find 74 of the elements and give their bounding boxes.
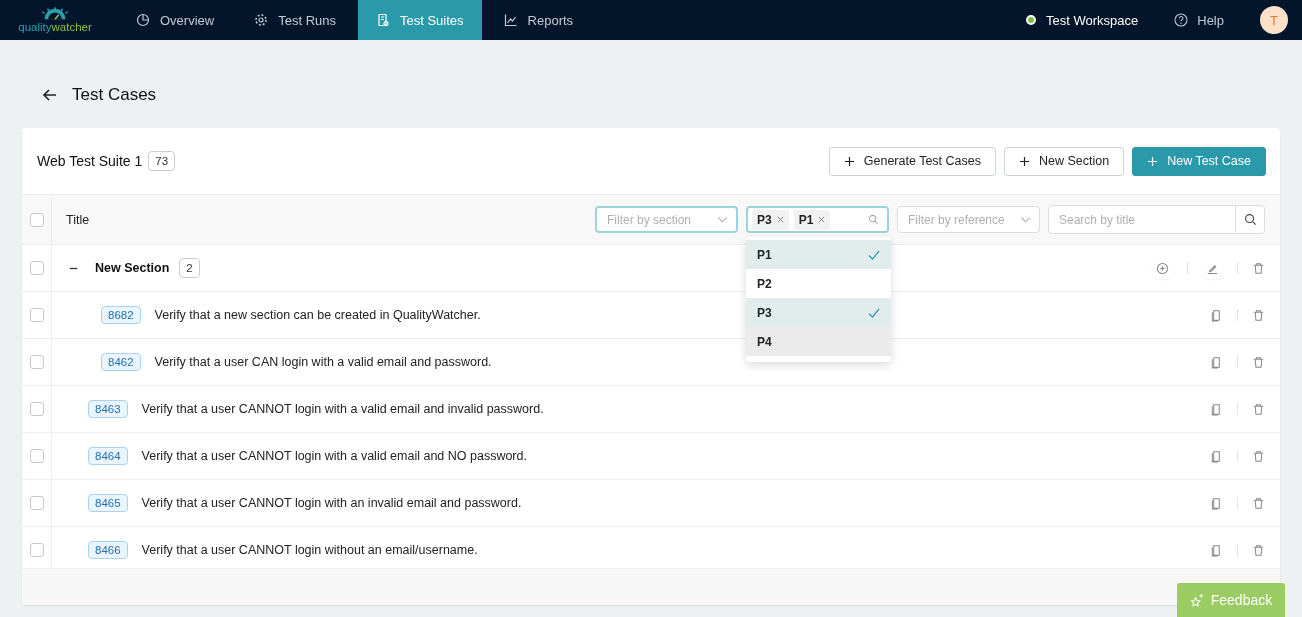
case-title[interactable]: Verify that a user CANNOT login without an email/username. — [141, 543, 478, 557]
checkmark-icon — [868, 248, 880, 261]
case-title[interactable]: Verify that a new section can be created in QualityWatcher. — [154, 308, 481, 322]
row-checkbox[interactable] — [29, 308, 44, 322]
case-title[interactable]: Verify that a user CANNOT login with a valid email and NO password. — [141, 449, 527, 463]
delete-icon[interactable] — [1252, 543, 1265, 557]
copy-icon[interactable] — [1210, 355, 1223, 369]
row-checkbox[interactable] — [29, 449, 44, 463]
copy-icon[interactable] — [1210, 496, 1223, 510]
priority-option[interactable]: P1 — [746, 240, 891, 269]
sparkle-star-icon — [1189, 592, 1205, 608]
section-count: 2 — [179, 258, 200, 278]
remove-icon[interactable] — [776, 216, 784, 223]
case-id[interactable]: 8466 — [88, 541, 128, 559]
search-icon — [868, 214, 879, 225]
section-name: New Section — [95, 261, 170, 275]
case-count: 73 — [148, 151, 176, 171]
back-arrow-icon[interactable] — [42, 87, 58, 103]
nav-tab[interactable]: Test Runs — [236, 0, 354, 40]
pie-chart-icon — [136, 13, 150, 27]
delete-icon[interactable] — [1252, 449, 1265, 463]
gauge-logo-icon — [40, 6, 70, 21]
copy-icon[interactable] — [1210, 308, 1223, 322]
checkmark-icon — [868, 306, 880, 319]
priority-filter[interactable]: P3 P1 — [746, 206, 889, 233]
action-button[interactable]: Generate Test Cases — [828, 146, 996, 176]
case-id[interactable]: 8682 — [101, 306, 141, 324]
select-all-checkbox[interactable] — [29, 212, 44, 227]
case-id[interactable]: 8465 — [88, 494, 128, 512]
help-link[interactable]: Help — [1197, 12, 1224, 28]
row-checkbox[interactable] — [29, 402, 44, 416]
remove-icon[interactable] — [818, 216, 826, 223]
row-checkbox[interactable] — [29, 543, 44, 557]
search-button[interactable] — [1236, 205, 1265, 234]
priority-chip: P1 — [793, 209, 831, 230]
copy-icon[interactable] — [1210, 543, 1223, 557]
document-icon — [376, 13, 390, 27]
help-icon[interactable] — [1174, 13, 1189, 27]
copy-icon[interactable] — [1210, 449, 1223, 463]
delete-icon[interactable] — [1252, 261, 1265, 275]
action-button[interactable]: New Section — [1003, 146, 1125, 176]
priority-option[interactable]: P2 — [746, 269, 891, 298]
delete-icon[interactable] — [1252, 402, 1265, 416]
nav-tab[interactable]: Overview — [118, 0, 233, 40]
search-icon — [1243, 213, 1257, 226]
case-id[interactable]: 8463 — [88, 400, 128, 418]
suite-name: Web Test Suite 1 — [37, 153, 143, 169]
plus-icon — [1147, 155, 1159, 167]
settings-icon — [254, 13, 269, 27]
row-checkbox[interactable] — [29, 261, 44, 275]
priority-option[interactable]: P4 — [746, 327, 891, 356]
case-title[interactable]: Verify that a user CAN login with a valid email and password. — [154, 355, 492, 369]
delete-icon[interactable] — [1252, 496, 1265, 510]
row-checkbox[interactable] — [29, 355, 44, 369]
priority-chip: P3 — [752, 209, 789, 230]
plus-icon — [1018, 155, 1030, 167]
delete-icon[interactable] — [1252, 355, 1265, 369]
nav-tab[interactable]: Reports — [485, 0, 592, 40]
case-id[interactable]: 8464 — [88, 447, 128, 465]
logo-wordmark[interactable]: qualitywatcher — [18, 20, 92, 34]
search-field[interactable]: Search by title — [1048, 205, 1236, 234]
case-id[interactable]: 8462 — [101, 353, 141, 371]
case-title[interactable]: Verify that a user CANNOT login with a valid email and invalid password. — [141, 402, 544, 416]
add-icon — [1156, 261, 1169, 275]
column-header: Title — [66, 212, 90, 227]
case-title[interactable]: Verify that a user CANNOT login with an invalid email and password. — [141, 496, 522, 510]
row-checkbox[interactable] — [29, 496, 44, 510]
priority-option[interactable]: P3 — [746, 298, 891, 327]
workspace-name[interactable]: Test Workspace — [1046, 12, 1139, 28]
copy-icon[interactable] — [1210, 402, 1223, 416]
line-chart-icon — [503, 13, 518, 27]
delete-icon[interactable] — [1252, 308, 1265, 322]
plus-icon — [843, 155, 855, 167]
page-title: Test Cases — [72, 85, 157, 105]
